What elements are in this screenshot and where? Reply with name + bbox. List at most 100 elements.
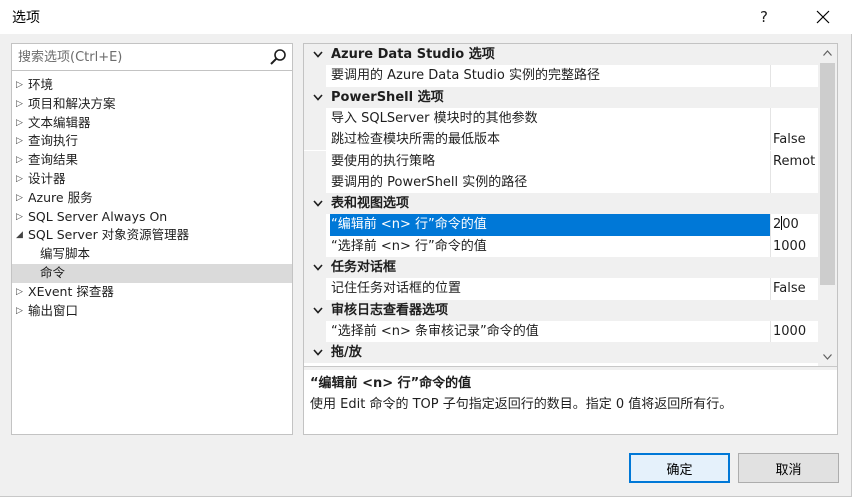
- column-divider: [770, 235, 771, 257]
- vertical-scrollbar[interactable]: [818, 44, 837, 366]
- collapsed-arrow-icon[interactable]: ▷: [16, 151, 23, 170]
- tree-item-label: 环境: [28, 77, 54, 92]
- collapsed-arrow-icon[interactable]: ▷: [16, 114, 23, 133]
- property-name[interactable]: “编辑前 <n> 行”命令的值: [330, 214, 770, 236]
- tree-item[interactable]: ▷ 设计器: [12, 170, 292, 189]
- chevron-down-icon[interactable]: [310, 87, 326, 108]
- property-row[interactable]: 要使用的执行策略 Remot: [304, 150, 818, 172]
- row-gutter: [304, 150, 326, 172]
- column-divider: [770, 107, 771, 130]
- collapsed-arrow-icon[interactable]: ▷: [16, 95, 23, 114]
- window-title: 选项: [12, 10, 40, 26]
- tree-item[interactable]: 命令: [12, 263, 292, 283]
- tree-item-label: Azure 服务: [28, 189, 93, 205]
- options-dialog: 选项 ? ▷ 环境 ▷ 项目和解决方案 ▷ 文本编辑器 ▷ 查询执行 ▷ 查询结果 ▷ 设计器 ▷ Azu…: [0, 0, 852, 497]
- tree-item-label: 设计器: [28, 170, 66, 186]
- property-name[interactable]: 要调用的 PowerShell 实例的路径: [330, 172, 770, 193]
- expanded-arrow-icon[interactable]: ◢: [16, 226, 23, 245]
- property-value[interactable]: Remot: [772, 151, 818, 172]
- tree-item-label: 文本编辑器: [28, 114, 91, 130]
- tree-item[interactable]: ▷ 查询结果: [12, 151, 292, 170]
- property-row[interactable]: “选择前 <n> 行”命令的值 1000: [304, 235, 818, 257]
- options-tree: ▷ 环境 ▷ 项目和解决方案 ▷ 文本编辑器 ▷ 查询执行 ▷ 查询结果 ▷ 设计器 ▷ Azure 服务…: [12, 76, 292, 320]
- property-name[interactable]: 要调用的 Azure Data Studio 实例的完整路径: [330, 65, 770, 86]
- property-name[interactable]: 要使用的执行策略: [330, 151, 770, 172]
- collapsed-arrow-icon[interactable]: ▷: [16, 283, 23, 302]
- property-value[interactable]: False: [772, 129, 818, 150]
- property-row[interactable]: 导入 SQLServer 模块时的其他参数: [304, 107, 818, 130]
- row-gutter: [304, 107, 326, 130]
- scroll-down-button[interactable]: [818, 348, 837, 366]
- property-value-editor[interactable]: 200: [772, 214, 818, 235]
- property-value[interactable]: [772, 172, 818, 193]
- tree-item[interactable]: ▷ SQL Server Always On: [12, 208, 292, 227]
- tree-item[interactable]: ▷ 输出窗口: [12, 302, 292, 321]
- collapsed-arrow-icon[interactable]: ▷: [16, 132, 23, 151]
- property-value[interactable]: 1000: [772, 236, 818, 257]
- property-name[interactable]: 跳过检查模块所需的最低版本: [330, 129, 770, 150]
- property-value[interactable]: [772, 108, 818, 129]
- column-divider: [770, 65, 771, 87]
- value-text-after-caret: 00: [782, 217, 799, 233]
- tree-item[interactable]: ▷ 环境: [12, 76, 292, 95]
- category-row: 拖/放: [304, 342, 818, 364]
- row-gutter: [304, 320, 326, 343]
- category-label: PowerShell 选项: [331, 89, 444, 105]
- chevron-down-icon[interactable]: [310, 300, 326, 321]
- category-label: 审核日志查看器选项: [331, 302, 449, 318]
- collapsed-arrow-icon[interactable]: ▷: [16, 76, 23, 95]
- property-name[interactable]: 记住任务对话框的位置: [330, 278, 770, 299]
- property-row[interactable]: 要调用的 PowerShell 实例的路径: [304, 171, 818, 194]
- close-button[interactable]: [798, 0, 848, 34]
- scroll-thumb[interactable]: [820, 63, 835, 285]
- property-row[interactable]: “选择前 <n> 条审核记录”命令的值 1000: [304, 320, 818, 343]
- property-value[interactable]: False: [772, 278, 818, 299]
- collapsed-arrow-icon[interactable]: ▷: [16, 170, 23, 189]
- search-input[interactable]: [18, 48, 263, 67]
- search-icon[interactable]: [269, 48, 287, 66]
- chevron-down-icon[interactable]: [310, 44, 326, 65]
- options-navigation: ▷ 环境 ▷ 项目和解决方案 ▷ 文本编辑器 ▷ 查询执行 ▷ 查询结果 ▷ 设计器 ▷ Azure 服务…: [11, 43, 293, 435]
- tree-item[interactable]: ▷ 项目和解决方案: [12, 95, 292, 114]
- tree-item-label: 编写脚本: [40, 246, 91, 262]
- tree-item-label: 输出窗口: [28, 302, 79, 318]
- collapsed-arrow-icon[interactable]: ▷: [16, 302, 23, 321]
- collapsed-arrow-icon[interactable]: ▷: [16, 189, 23, 208]
- row-gutter: [304, 214, 326, 236]
- property-row[interactable]: 跳过检查模块所需的最低版本 False: [304, 129, 818, 151]
- row-gutter: [304, 278, 326, 300]
- chevron-down-icon[interactable]: [310, 193, 326, 214]
- property-row[interactable]: 记住任务对话框的位置 False: [304, 278, 818, 300]
- tree-item[interactable]: 编写脚本: [12, 245, 292, 264]
- category-label: 任务对话框: [331, 260, 397, 275]
- help-button[interactable]: ?: [742, 0, 786, 34]
- chevron-down-icon[interactable]: [310, 342, 326, 363]
- tree-item[interactable]: ▷ Azure 服务: [12, 189, 292, 208]
- property-value[interactable]: [772, 65, 818, 86]
- property-row[interactable]: 要调用的 Azure Data Studio 实例的完整路径: [304, 65, 818, 87]
- tree-item[interactable]: ◢ SQL Server 对象资源管理器: [12, 226, 292, 245]
- tree-item[interactable]: ▷ 文本编辑器: [12, 114, 292, 133]
- column-divider: [770, 150, 771, 172]
- property-row[interactable]: “编辑前 <n> 行”命令的值 200: [304, 214, 818, 236]
- category-row: 审核日志查看器选项: [304, 299, 818, 321]
- property-name[interactable]: 导入 SQLServer 模块时的其他参数: [330, 108, 770, 129]
- tree-item[interactable]: ▷ 查询执行: [12, 132, 292, 151]
- cancel-button[interactable]: 取消: [738, 453, 839, 483]
- row-gutter: [304, 65, 326, 87]
- property-value[interactable]: 1000: [772, 321, 818, 342]
- category-row: Azure Data Studio 选项: [304, 44, 818, 66]
- row-gutter: [304, 171, 326, 194]
- chevron-up-icon: [823, 50, 832, 56]
- tree-item[interactable]: ▷ XEvent 探查器: [12, 283, 292, 302]
- description-text: 使用 Edit 命令的 TOP 子句指定返回行的数目。指定 0 值将返回所有行。: [310, 397, 733, 412]
- property-name[interactable]: “选择前 <n> 行”命令的值: [330, 236, 770, 257]
- description-title: “编辑前 <n> 行”命令的值: [310, 376, 472, 391]
- scroll-up-button[interactable]: [818, 44, 837, 62]
- ok-button[interactable]: 确定: [629, 453, 730, 483]
- collapsed-arrow-icon[interactable]: ▷: [16, 208, 23, 227]
- chevron-down-icon[interactable]: [310, 257, 326, 278]
- property-name[interactable]: “选择前 <n> 条审核记录”命令的值: [330, 321, 770, 342]
- tree-item-label: 项目和解决方案: [28, 95, 116, 111]
- row-gutter: [304, 129, 326, 151]
